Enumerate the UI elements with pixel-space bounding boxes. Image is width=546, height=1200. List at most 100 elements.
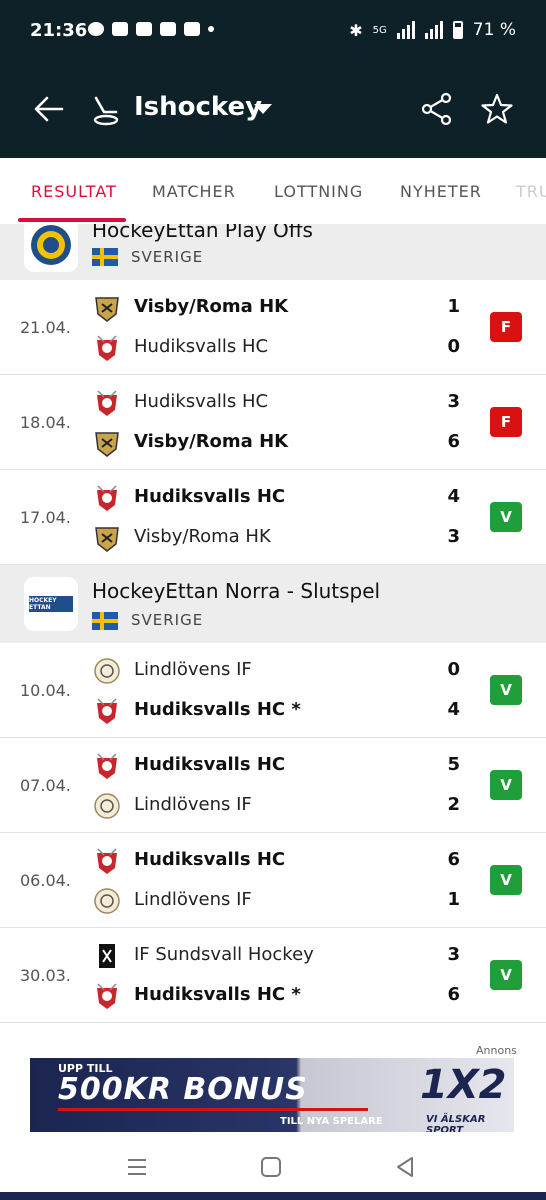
match-row[interactable]: 17.04. Hudiksvalls HC 4 Visby/Roma HK 3 … (0, 470, 546, 565)
league-crest-icon (31, 225, 71, 265)
partial-match-row (0, 1024, 546, 1044)
tab-nyheter[interactable]: NYHETER (400, 182, 482, 201)
back-arrow-icon[interactable] (32, 92, 66, 126)
favorite-star-icon[interactable] (480, 92, 514, 126)
ad-label: Annons (476, 1044, 517, 1057)
team-score: 4 (447, 699, 460, 720)
bottom-ad-strip (0, 1192, 546, 1200)
status-bar: 21:36 ✱ 5G 71 % (0, 0, 546, 64)
tab-truncated[interactable]: TRU (516, 182, 546, 201)
team-score: 0 (447, 659, 460, 680)
team-name: Hudiksvalls HC (134, 336, 269, 357)
battery-percent: 71 % (472, 20, 516, 40)
result-badge: V (490, 502, 522, 532)
network-type: 5G (372, 24, 387, 36)
hudiksvall-crest-icon (97, 485, 117, 511)
result-badge: V (490, 865, 522, 895)
team-name: IF Sundsvall Hockey (134, 944, 314, 965)
lindlovens-crest-icon (94, 658, 120, 684)
page-title[interactable]: Ishockey (134, 92, 262, 122)
team-score: 6 (447, 984, 460, 1005)
team-score: 3 (447, 526, 460, 547)
match-date: 07.04. (20, 776, 71, 795)
match-date: 06.04. (20, 871, 71, 890)
team-name: Lindlövens IF (134, 889, 252, 910)
match-row[interactable]: 21.04. Visby/Roma HK 1 Hudiksvalls HC 0 … (0, 280, 546, 375)
home-team: Hudiksvalls HC 4 (90, 484, 470, 514)
hudiksvall-crest-icon (97, 983, 117, 1009)
active-tab-indicator (18, 218, 126, 222)
back-icon[interactable] (392, 1154, 418, 1180)
league-name: HockeyEttan Norra - Slutspel (92, 579, 381, 603)
away-team: Lindlövens IF 2 (90, 792, 470, 822)
home-team: Lindlövens IF 0 (90, 657, 470, 687)
sweden-flag-icon (92, 612, 118, 630)
team-score: 6 (447, 431, 460, 452)
match-row[interactable]: 10.04. Lindlövens IF 0 Hudiksvalls HC * … (0, 643, 546, 738)
team-name: Hudiksvalls HC * (134, 984, 301, 1005)
away-team: Lindlövens IF 1 (90, 887, 470, 917)
team-score: 4 (447, 486, 460, 507)
team-name: Visby/Roma HK (134, 526, 271, 547)
sundsvall-crest-icon (99, 944, 115, 968)
league-header[interactable]: HockeyEttan Play Offs SVERIGE (0, 224, 546, 280)
result-badge: V (490, 675, 522, 705)
match-date: 30.03. (20, 966, 71, 985)
away-team: Hudiksvalls HC 0 (90, 334, 470, 364)
match-row[interactable]: 07.04. Hudiksvalls HC 5 Lindlövens IF 2 … (0, 738, 546, 833)
status-time: 21:36 (30, 20, 88, 41)
match-row[interactable]: 06.04. Hudiksvalls HC 6 Lindlövens IF 1 … (0, 833, 546, 928)
team-name: Hudiksvalls HC (134, 391, 269, 412)
ad-banner[interactable]: UPP TILL 500KR BONUS TILL NYA SPELARE 1X… (30, 1058, 514, 1132)
match-date: 10.04. (20, 681, 71, 700)
system-nav-bar (0, 1134, 546, 1200)
home-team: Hudiksvalls HC 6 (90, 847, 470, 877)
team-score: 6 (447, 849, 460, 870)
chevron-down-icon[interactable] (254, 104, 272, 114)
away-team: Hudiksvalls HC * 6 (90, 982, 470, 1012)
signal-icon (396, 21, 415, 39)
match-row[interactable]: 18.04. Hudiksvalls HC 3 Visby/Roma HK 6 … (0, 375, 546, 470)
team-name: Lindlövens IF (134, 659, 252, 680)
team-name: Visby/Roma HK (134, 296, 289, 317)
match-row[interactable]: 30.03. IF Sundsvall Hockey 3 Hudiksvalls… (0, 928, 546, 1023)
team-score: 3 (447, 944, 460, 965)
signal-icon (424, 21, 443, 39)
tab-bar: RESULTAT MATCHER LOTTNING NYHETER TRU (0, 158, 546, 225)
youtube-icon (136, 22, 152, 36)
hudiksvall-crest-icon (97, 848, 117, 874)
recent-apps-icon[interactable] (124, 1154, 150, 1180)
team-name: Lindlövens IF (134, 794, 252, 815)
team-name: Hudiksvalls HC (134, 486, 286, 507)
app-bar: Ishockey (0, 64, 546, 158)
result-badge: F (490, 407, 522, 437)
home-team: Hudiksvalls HC 5 (90, 752, 470, 782)
tab-matcher[interactable]: MATCHER (152, 182, 236, 201)
tab-resultat[interactable]: RESULTAT (31, 182, 117, 201)
messenger-icon (88, 22, 104, 36)
tab-lottning[interactable]: LOTTNING (274, 182, 363, 201)
team-name: Hudiksvalls HC (134, 849, 286, 870)
league-country: SVERIGE (131, 248, 204, 266)
team-score: 1 (447, 889, 460, 910)
away-team: Hudiksvalls HC * 4 (90, 697, 470, 727)
match-date: 17.04. (20, 508, 71, 527)
hudiksvall-crest-icon (97, 753, 117, 779)
ad-brand: 1X2 (420, 1062, 507, 1108)
result-badge: V (490, 960, 522, 990)
more-notifications-icon (208, 26, 214, 32)
youtube-icon (160, 22, 176, 36)
team-score: 5 (447, 754, 460, 775)
home-team: Hudiksvalls HC 3 (90, 389, 470, 419)
home-icon[interactable] (258, 1154, 284, 1180)
league-header[interactable]: HOCKEY ETTAN HockeyEttan Norra - Slutspe… (0, 565, 546, 643)
share-icon[interactable] (420, 92, 454, 126)
visby-roma-crest-icon (95, 297, 119, 322)
ad-accent-line (58, 1108, 368, 1111)
result-badge: F (490, 312, 522, 342)
team-score: 0 (447, 336, 460, 357)
match-date: 21.04. (20, 318, 71, 337)
bluetooth-icon: ✱ (349, 20, 363, 40)
hudiksvall-crest-icon (97, 698, 117, 724)
lindlovens-crest-icon (94, 793, 120, 819)
